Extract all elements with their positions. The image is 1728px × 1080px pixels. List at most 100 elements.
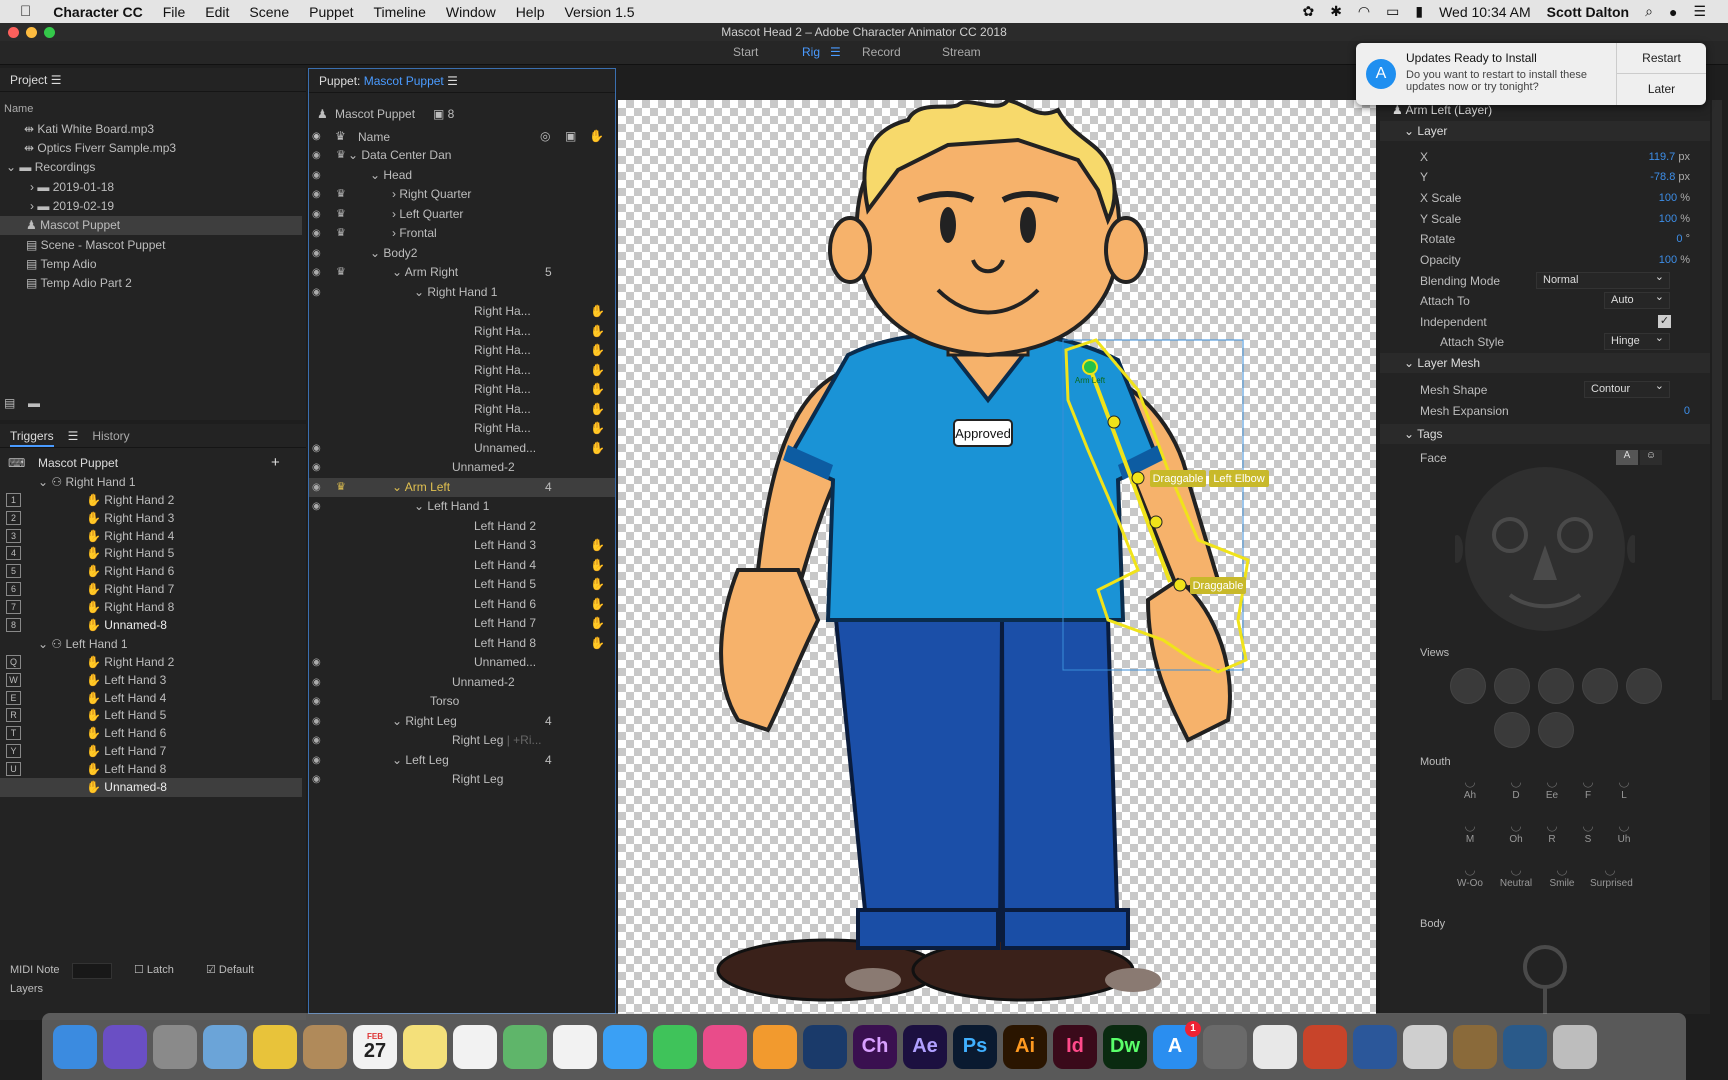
itunes-dock-icon[interactable] [703, 1024, 747, 1069]
layer-section-header[interactable]: ⌄ Layer [1380, 121, 1710, 141]
view-tag-icon[interactable] [1582, 668, 1618, 704]
project-item[interactable]: ⇹ Kati White Board.mp3 [24, 120, 154, 139]
view-tag-icon[interactable] [1626, 668, 1662, 704]
puppet-layer-row[interactable]: ⌄ Right Leg [392, 712, 457, 731]
mouth-tag[interactable]: ◡ S [1568, 818, 1608, 845]
trigger-item[interactable]: ✋ Right Hand 5 [86, 544, 174, 563]
later-button[interactable]: Later [1617, 74, 1706, 105]
trigger-item[interactable]: ✋ Left Hand 4 [86, 689, 166, 708]
ae-dock-icon[interactable]: Ae [903, 1024, 947, 1069]
trigger-key-badge[interactable]: 3 [6, 528, 21, 543]
puppet-layer-row[interactable]: Right Leg | +Ri... [452, 731, 542, 750]
puppet-layer-row[interactable]: ⌄ Arm Right [392, 263, 458, 282]
y-scale-number[interactable]: 100 [1659, 213, 1677, 225]
name-column-header[interactable]: Name [358, 128, 390, 147]
word-dock-icon[interactable] [1353, 1024, 1397, 1069]
independent-crown-icon[interactable]: ♛ [336, 224, 346, 243]
spotlight-icon[interactable]: ⌕ [1637, 3, 1661, 20]
tag-visual-view-button[interactable]: ☺ [1640, 450, 1662, 465]
attach-to-select[interactable]: Auto [1604, 290, 1670, 309]
view-tag-icon[interactable] [1494, 712, 1530, 748]
app-store-dock-icon[interactable]: A1 [1153, 1020, 1201, 1069]
puppet-layer-row[interactable]: Right Ha... [474, 380, 531, 399]
independent-crown-icon[interactable]: ♛ [336, 185, 346, 204]
messages-dock-icon[interactable] [603, 1024, 647, 1069]
properties-scrollbar[interactable] [1712, 100, 1722, 700]
mouth-tag[interactable]: ◡ L [1604, 774, 1644, 801]
project-item[interactable]: › ▬ 2019-01-18 [30, 178, 114, 197]
tab-triggers[interactable]: Triggers [10, 424, 54, 447]
tags-section-header[interactable]: ⌄ Tags [1380, 424, 1710, 444]
visibility-eye-icon[interactable]: ◉ [312, 478, 321, 497]
y-value[interactable]: -78.8 px [1600, 171, 1690, 183]
puppet-layer-row[interactable]: Left Hand 7 [474, 614, 536, 633]
mouth-tag[interactable]: ◡ R [1532, 818, 1572, 845]
trigger-item[interactable]: ✋ Left Hand 8 [86, 760, 166, 779]
puppet-layer-row[interactable]: Left Hand 3 [474, 536, 536, 555]
draggable-hand-icon[interactable]: ✋ [590, 302, 605, 321]
trigger-key-badge[interactable]: T [6, 726, 21, 741]
finder-dock-icon[interactable] [53, 1024, 97, 1069]
photos-dock-icon[interactable] [553, 1024, 597, 1069]
installer-dock-icon[interactable] [1453, 1024, 1497, 1069]
puppet-layer-row[interactable]: Torso [430, 692, 459, 711]
puppet-layer-row[interactable]: ⌄ Body2 [370, 244, 417, 263]
default-checkbox[interactable]: ☑ Default [206, 961, 254, 980]
mouth-tag[interactable]: ◡ Oh [1496, 818, 1536, 845]
project-item[interactable]: ⌄ ▬ Recordings [6, 158, 95, 177]
chevron-down-icon[interactable]: ⌄ [38, 637, 51, 651]
panel-menu-icon[interactable]: ☰ [68, 424, 79, 447]
puppet-layer-row[interactable]: Right Ha... [474, 400, 531, 419]
cinema-4d-dock-icon[interactable] [803, 1024, 847, 1069]
layer-mesh-section-header[interactable]: ⌄ Layer Mesh [1380, 353, 1710, 373]
view-tag-icon[interactable] [1538, 712, 1574, 748]
trigger-key-badge[interactable]: 6 [6, 582, 21, 596]
trigger-item[interactable]: ✋ Right Hand 2 [86, 491, 174, 510]
trigger-key-badge[interactable]: 1 [6, 493, 21, 507]
draggable-hand-icon[interactable]: ✋ [590, 322, 605, 341]
trigger-item[interactable]: ✋ Right Hand 3 [86, 509, 174, 528]
id-dock-icon[interactable]: Id [1053, 1024, 1097, 1069]
trigger-item[interactable]: ✋ Right Hand 6 [86, 562, 174, 581]
trigger-key-badge[interactable]: 8 [6, 617, 21, 632]
arm-left-origin-handle[interactable] [1082, 359, 1098, 375]
tab-stream[interactable]: Stream [942, 45, 981, 59]
puppet-name-link[interactable]: Mascot Puppet [364, 74, 444, 88]
hand-draggable-handle[interactable] [1173, 578, 1187, 592]
powerpoint-dock-icon[interactable] [1303, 1024, 1347, 1069]
draggable-hand-icon[interactable]: ✋ [590, 634, 605, 653]
trigger-key-badge[interactable]: E [6, 690, 21, 705]
new-scene-icon[interactable]: ▤ [4, 394, 15, 413]
chevron-down-icon[interactable]: ⌄ [38, 475, 51, 489]
puppet-layer-row[interactable]: › Frontal [392, 224, 437, 243]
visibility-eye-icon[interactable]: ◉ [312, 263, 321, 282]
chevron-down-icon[interactable]: ⌄ [6, 160, 19, 174]
restart-button[interactable]: Restart [1617, 43, 1706, 74]
midi-note-input[interactable] [72, 963, 112, 979]
system-preferences-dock-icon[interactable] [1203, 1024, 1247, 1069]
airplay-icon[interactable]: ▭ [1378, 3, 1407, 20]
independent-crown-icon[interactable]: ♛ [336, 146, 346, 165]
new-folder-icon[interactable]: ▬ [28, 394, 40, 413]
independent-crown-icon[interactable]: ♛ [336, 478, 346, 497]
add-trigger-icon[interactable]: + [271, 453, 280, 472]
apple-icon[interactable]:  [0, 3, 43, 20]
visibility-eye-icon[interactable]: ◉ [312, 731, 321, 750]
calendar-dock-icon[interactable]: FEB 27 [353, 1024, 397, 1069]
tag-text-view-button[interactable]: A [1616, 450, 1638, 465]
puppet-layer-row[interactable]: › Left Quarter [392, 205, 463, 224]
trigger-item[interactable]: ✋ Unnamed-8 [86, 616, 167, 635]
rig-menu-icon[interactable]: ☰ [830, 45, 841, 59]
mouth-tag[interactable]: ◡ Surprised [1590, 862, 1633, 889]
trigger-group[interactable]: ⌄ ⚇ Right Hand 1 [38, 473, 136, 492]
dw-dock-icon[interactable]: Dw [1103, 1024, 1147, 1069]
mouth-tag[interactable]: ◡ Uh [1604, 818, 1644, 845]
mesh-shape-select[interactable]: Contour [1584, 379, 1670, 398]
rig-canvas[interactable]: Approved Arm Left Draggable Left Elbow D… [618, 100, 1376, 1014]
ai-dock-icon[interactable]: Ai [1003, 1024, 1047, 1069]
update-notification[interactable]: A Updates Ready to Install Do you want t… [1356, 43, 1706, 105]
draggable-hand-icon[interactable]: ✋ [590, 341, 605, 360]
tab-record[interactable]: Record [862, 45, 901, 59]
visibility-eye-icon[interactable]: ◉ [312, 439, 321, 458]
project-item[interactable]: ▤ Scene - Mascot Puppet [26, 236, 165, 255]
